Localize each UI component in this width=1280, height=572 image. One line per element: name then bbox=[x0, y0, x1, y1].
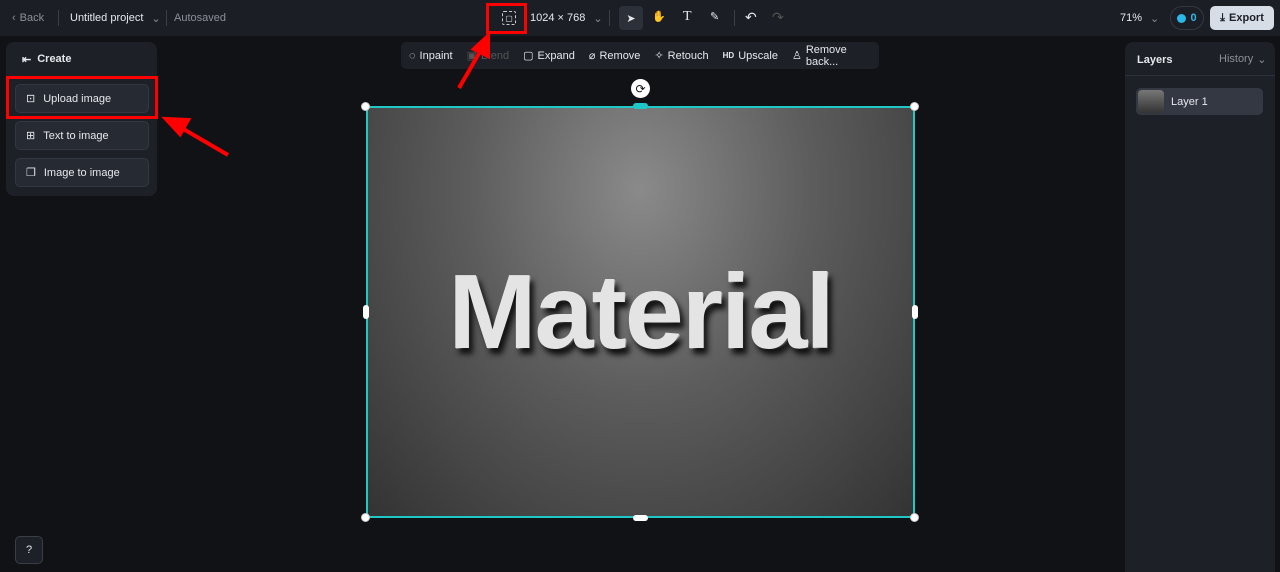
arrow-to-upload bbox=[178, 125, 230, 157]
annotation-arrows bbox=[161, 31, 490, 157]
arrow-head-resize bbox=[470, 31, 490, 60]
arrow-to-resize bbox=[457, 48, 483, 90]
